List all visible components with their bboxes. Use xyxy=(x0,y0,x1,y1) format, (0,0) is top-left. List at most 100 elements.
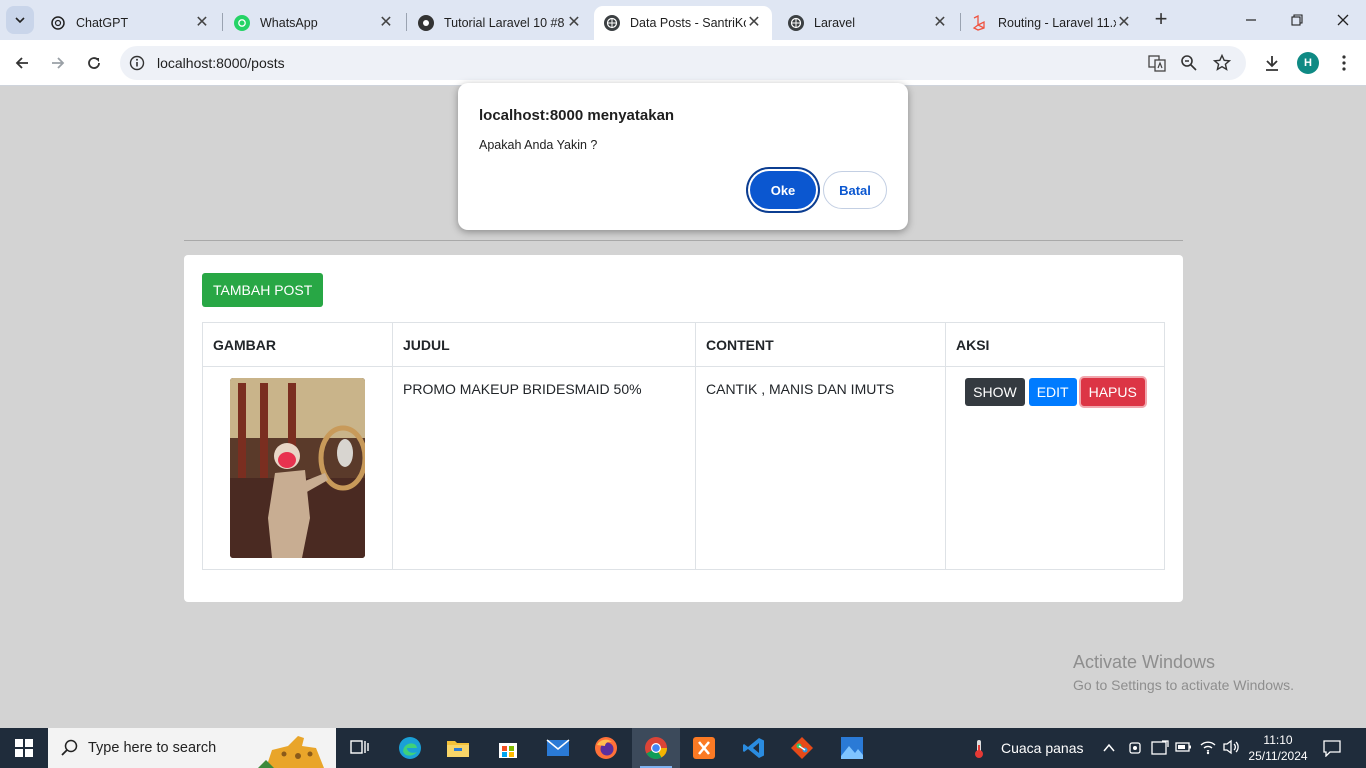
confirm-dialog: localhost:8000 menyatakan Apakah Anda Ya… xyxy=(458,83,908,230)
tab-title: ChatGPT xyxy=(76,16,129,30)
chevron-up-icon[interactable] xyxy=(1102,741,1116,758)
tab-routing-laravel[interactable]: Routing - Laravel 11.x ✕ xyxy=(962,6,1142,40)
weather-text[interactable]: Cuaca panas xyxy=(1001,740,1084,756)
taskbar-firefox[interactable] xyxy=(582,728,630,768)
laravel-icon xyxy=(972,15,988,31)
table-header-row: GAMBAR JUDUL CONTENT AKSI xyxy=(202,322,1165,367)
more-vert-icon xyxy=(1342,55,1346,71)
folder-icon xyxy=(447,741,469,757)
task-view-icon xyxy=(350,740,369,754)
task-view-button[interactable] xyxy=(336,728,384,768)
tab-laravel[interactable]: Laravel ✕ xyxy=(778,6,958,40)
bookmark-star-icon[interactable] xyxy=(1210,51,1234,75)
wifi-icon[interactable] xyxy=(1199,739,1217,758)
network-status-icon[interactable] xyxy=(1151,740,1169,759)
tab-title: WhatsApp xyxy=(260,16,318,30)
notification-icon[interactable] xyxy=(1322,739,1342,760)
edit-button[interactable]: EDIT xyxy=(1028,378,1077,406)
vscode-icon xyxy=(743,738,764,758)
back-button[interactable] xyxy=(6,47,38,79)
system-clock[interactable]: 11:10 25/11/2024 xyxy=(1246,732,1310,764)
taskbar-vscode[interactable] xyxy=(730,728,778,768)
delete-button[interactable]: HAPUS xyxy=(1080,378,1145,406)
arrow-left-icon xyxy=(15,57,28,69)
cell-gambar xyxy=(202,366,393,570)
restore-icon xyxy=(1291,14,1303,26)
browser-toolbar: localhost:8000/posts H xyxy=(0,40,1366,86)
close-tab-icon[interactable]: ✕ xyxy=(932,15,948,31)
close-tab-icon[interactable]: ✕ xyxy=(566,15,582,31)
posts-card: TAMBAH POST GAMBAR JUDUL CONTENT AKSI PR… xyxy=(184,255,1183,602)
divider xyxy=(184,240,1183,241)
taskbar-file-explorer[interactable] xyxy=(434,728,482,768)
git-gui-icon xyxy=(791,737,813,759)
restore-button[interactable] xyxy=(1274,0,1320,40)
close-tab-icon[interactable]: ✕ xyxy=(194,15,210,31)
tab-data-posts[interactable]: Data Posts - SantriKo ✕ xyxy=(594,6,772,40)
add-post-button[interactable]: TAMBAH POST xyxy=(202,273,324,307)
battery-icon[interactable] xyxy=(1175,740,1193,757)
tab-chatgpt[interactable]: ChatGPT ✕ xyxy=(40,6,220,40)
chevron-down-icon xyxy=(15,17,25,24)
meet-now-icon[interactable] xyxy=(1127,740,1143,759)
site-info-icon[interactable] xyxy=(129,55,145,74)
start-button[interactable] xyxy=(0,728,48,768)
github-icon xyxy=(418,15,434,31)
store-icon xyxy=(499,743,517,758)
reload-icon xyxy=(88,57,100,69)
tab-title: Tutorial Laravel 10 #8 xyxy=(444,16,565,30)
tab-title: Routing - Laravel 11.x xyxy=(998,16,1116,30)
download-icon xyxy=(1266,56,1278,71)
tab-title: Laravel xyxy=(814,16,855,30)
close-tab-icon[interactable]: ✕ xyxy=(746,15,762,31)
xampp-icon xyxy=(693,737,715,759)
cell-content: CANTIK , MANIS DAN IMUTS xyxy=(695,366,946,570)
zoom-icon[interactable] xyxy=(1177,51,1201,75)
volume-icon[interactable] xyxy=(1222,739,1240,758)
close-tab-icon[interactable]: ✕ xyxy=(1116,15,1132,31)
taskbar-mail[interactable] xyxy=(534,728,582,768)
tab-search-button[interactable] xyxy=(6,6,34,34)
minimize-icon xyxy=(1246,19,1256,21)
mail-icon xyxy=(546,739,570,756)
downloads-button[interactable] xyxy=(1256,47,1288,79)
action-group: SHOW EDIT HAPUS xyxy=(956,378,1154,406)
translate-icon[interactable] xyxy=(1145,51,1169,75)
close-window-button[interactable] xyxy=(1320,0,1366,40)
browser-menu-button[interactable] xyxy=(1328,47,1360,79)
tab-title: Data Posts - SantriKo xyxy=(630,16,746,30)
tab-whatsapp[interactable]: WhatsApp ✕ xyxy=(224,6,404,40)
activate-windows-title: Activate Windows xyxy=(1073,652,1216,672)
taskbar-xampp[interactable] xyxy=(680,728,728,768)
posts-table: GAMBAR JUDUL CONTENT AKSI PROMO MAKEUP B… xyxy=(202,322,1165,570)
taskbar-edge[interactable] xyxy=(386,728,434,768)
globe-icon xyxy=(604,15,620,31)
activate-windows-subtitle: Go to Settings to activate Windows. xyxy=(1073,677,1294,693)
minimize-button[interactable] xyxy=(1228,0,1274,40)
reload-button[interactable] xyxy=(78,47,110,79)
taskbar-store[interactable] xyxy=(484,728,532,768)
taskbar-chrome[interactable] xyxy=(632,728,680,768)
address-bar[interactable]: localhost:8000/posts xyxy=(120,46,1246,80)
close-icon xyxy=(1337,14,1349,26)
tab-separator xyxy=(960,13,961,31)
ok-button[interactable]: Oke xyxy=(750,171,816,209)
tab-tutorial-laravel[interactable]: Tutorial Laravel 10 #8 ✕ xyxy=(408,6,592,40)
search-highlight-giraffe-icon xyxy=(258,732,334,768)
windows-taskbar: Type here to search Cuaca panas 11:10 25… xyxy=(0,728,1366,768)
taskbar-git[interactable] xyxy=(778,728,826,768)
clock-date: 25/11/2024 xyxy=(1248,749,1308,763)
photos-icon xyxy=(841,737,863,759)
cancel-button[interactable]: Batal xyxy=(823,171,887,209)
taskbar-search-box[interactable]: Type here to search xyxy=(48,728,336,768)
forward-button[interactable] xyxy=(42,47,74,79)
close-tab-icon[interactable]: ✕ xyxy=(378,15,394,31)
show-button[interactable]: SHOW xyxy=(965,378,1025,406)
profile-avatar[interactable]: H xyxy=(1297,52,1319,74)
taskbar-photos[interactable] xyxy=(828,728,876,768)
column-header-gambar: GAMBAR xyxy=(202,322,393,367)
tab-separator xyxy=(222,13,223,31)
weather-icon[interactable] xyxy=(970,738,988,763)
new-tab-button[interactable]: + xyxy=(1150,8,1172,32)
dialog-message: Apakah Anda Yakin ? xyxy=(479,138,598,152)
